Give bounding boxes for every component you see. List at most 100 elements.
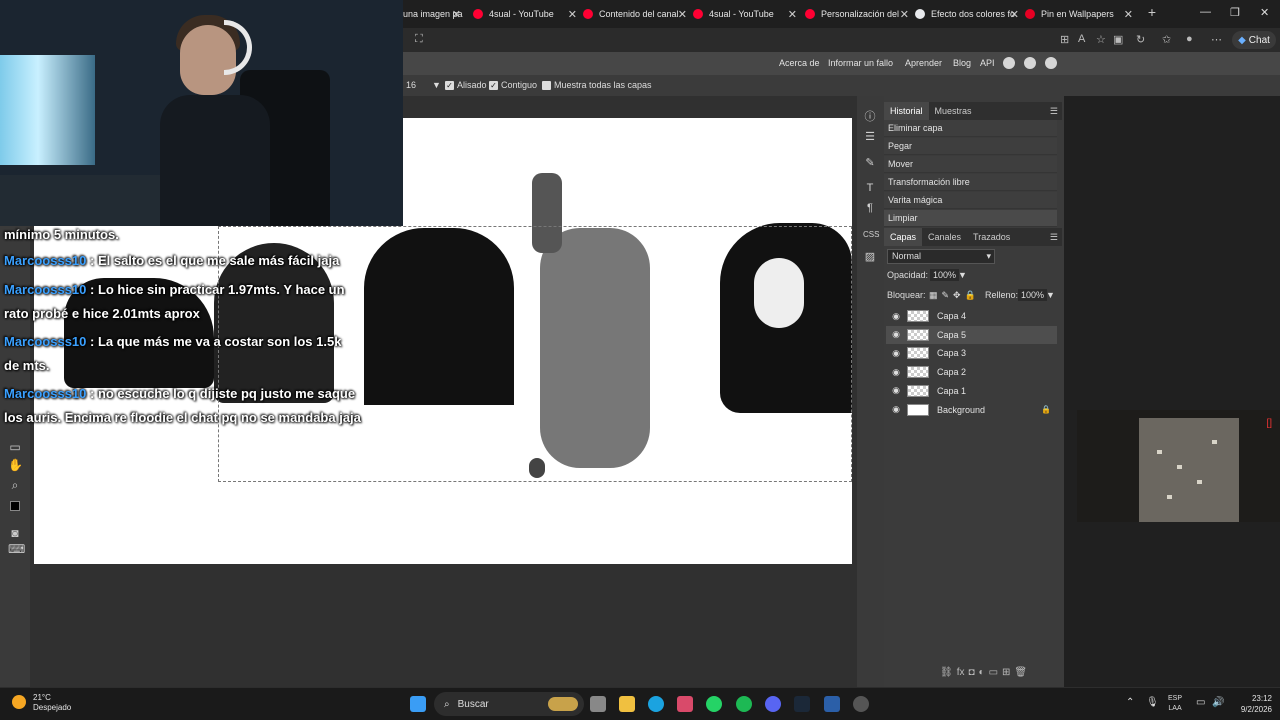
tab-paths[interactable]: Trazados: [967, 228, 1016, 246]
character-icon[interactable]: T: [863, 182, 877, 196]
fill-input[interactable]: 100%: [1018, 289, 1048, 301]
profile-avatar-icon[interactable]: ●: [1186, 33, 1193, 45]
layer-style-icon[interactable]: fx: [957, 667, 965, 681]
browser-tab[interactable]: 4sual - YouTube ✕: [693, 4, 799, 24]
panel-menu-icon[interactable]: ☰: [1050, 232, 1058, 243]
tab-layers[interactable]: Capas: [884, 228, 923, 246]
browser-tab[interactable]: Personalización del ✕: [805, 4, 911, 24]
close-tab-icon[interactable]: ✕: [678, 8, 687, 21]
quick-mask-icon[interactable]: ◙: [8, 526, 22, 540]
history-item[interactable]: Pegar: [884, 138, 1057, 155]
visibility-eye-icon[interactable]: ◉: [889, 329, 903, 340]
tab-swatches[interactable]: Muestras: [929, 102, 978, 120]
visibility-eye-icon[interactable]: ◉: [889, 404, 903, 415]
snipping-tool-icon[interactable]: [677, 696, 693, 712]
menu-about[interactable]: Acerca de: [779, 58, 820, 68]
zoom-tool-icon[interactable]: ⌕: [8, 478, 22, 492]
visibility-eye-icon[interactable]: ◉: [889, 348, 903, 359]
minimize-button[interactable]: —: [1200, 6, 1211, 18]
contiguous-checkbox[interactable]: ✓ Contiguo: [489, 80, 537, 90]
microphone-icon[interactable]: 🎙: [1146, 697, 1159, 708]
history-item[interactable]: Eliminar capa: [884, 120, 1057, 137]
tab-channels[interactable]: Canales: [922, 228, 967, 246]
close-tab-icon[interactable]: ✕: [452, 8, 461, 21]
browser-tab[interactable]: Pin en Wallpapers ✕: [1025, 4, 1135, 24]
volume-icon[interactable]: 🔊: [1212, 697, 1224, 708]
close-tab-icon[interactable]: ✕: [900, 8, 909, 21]
color-swatches-icon[interactable]: [8, 500, 22, 514]
menu-learn[interactable]: Aprender: [905, 58, 942, 68]
visibility-eye-icon[interactable]: ◉: [889, 311, 903, 322]
language-indicator[interactable]: ESP LAA: [1168, 694, 1182, 714]
vegas-icon[interactable]: [824, 696, 840, 712]
delete-layer-icon[interactable]: 🗑: [1014, 667, 1027, 681]
fullscreen-icon[interactable]: ⛶: [415, 33, 423, 46]
tolerance-dropdown-icon[interactable]: ▼: [432, 80, 441, 90]
new-group-icon[interactable]: ▭: [989, 667, 998, 681]
steam-icon[interactable]: [794, 696, 810, 712]
weather-widget[interactable]: 21°C Despejado: [12, 693, 71, 713]
fill-dropdown-icon[interactable]: ▼: [1046, 290, 1055, 300]
spotify-icon[interactable]: [736, 696, 752, 712]
close-window-button[interactable]: ✕: [1260, 6, 1269, 19]
menu-report-bug[interactable]: Informar un fallo: [828, 58, 893, 68]
opacity-input[interactable]: 100%: [930, 269, 960, 281]
opacity-dropdown-icon[interactable]: ▼: [958, 270, 967, 280]
lock-options-icons[interactable]: ▦✎✥🔒: [929, 290, 980, 301]
close-tab-icon[interactable]: ✕: [1124, 8, 1133, 21]
browser-tab[interactable]: Efecto dos colores fo ✕: [915, 4, 1021, 24]
discord-icon[interactable]: [765, 696, 781, 712]
info-icon[interactable]: ⓘ: [863, 108, 877, 123]
new-layer-icon[interactable]: ⊞: [1002, 667, 1010, 681]
browser-tab[interactable]: una imagen pa ✕: [403, 4, 463, 24]
tolerance-value[interactable]: 16: [406, 80, 416, 90]
start-icon[interactable]: [410, 696, 426, 712]
layer-row[interactable]: ◉ Capa 1: [886, 382, 1057, 400]
link-layers-icon[interactable]: ⛓: [940, 667, 953, 681]
copilot-chat-button[interactable]: ◆ Chat: [1232, 31, 1276, 49]
close-tab-icon[interactable]: ✕: [788, 8, 797, 21]
paragraph-icon[interactable]: ¶: [863, 202, 877, 216]
layer-row[interactable]: ◉ Capa 4: [886, 307, 1057, 325]
rectangle-tool-icon[interactable]: ▭: [8, 440, 22, 454]
visibility-eye-icon[interactable]: ◉: [889, 367, 903, 378]
whatsapp-icon[interactable]: [706, 696, 722, 712]
facebook-icon[interactable]: [1045, 57, 1057, 69]
file-explorer-icon[interactable]: [619, 696, 635, 712]
sample-all-layers-checkbox[interactable]: Muestra todas las capas: [542, 80, 652, 90]
task-view-icon[interactable]: [590, 696, 606, 712]
panel-menu-icon[interactable]: ☰: [1050, 106, 1058, 117]
screen-mode-icon[interactable]: ⌨: [8, 542, 25, 556]
history-item[interactable]: Varita mágica: [884, 192, 1057, 209]
obs-icon[interactable]: [853, 696, 869, 712]
browser-tab[interactable]: 4sual - YouTube ✕: [473, 4, 579, 24]
layer-row[interactable]: ◉ Background 🔒: [886, 401, 1057, 419]
history-item[interactable]: Limpiar: [884, 210, 1057, 227]
layer-row[interactable]: ◉ Capa 2: [886, 363, 1057, 381]
layer-row[interactable]: ◉ Capa 3: [886, 344, 1057, 362]
taskbar-search[interactable]: ⌕ Buscar: [434, 692, 584, 716]
refresh-icon[interactable]: ↻: [1136, 33, 1145, 46]
adjustment-layer-icon[interactable]: ◐: [979, 667, 985, 681]
properties-icon[interactable]: ☰: [863, 130, 877, 144]
add-mask-icon[interactable]: ◘: [968, 667, 974, 681]
favorites-icon[interactable]: ✩: [1162, 33, 1171, 46]
edge-browser-icon[interactable]: [648, 696, 664, 712]
tab-history[interactable]: Historial: [884, 102, 929, 120]
blend-mode-select[interactable]: Normal ▾: [887, 249, 995, 264]
image-icon[interactable]: ▨: [863, 250, 877, 264]
twitter-icon[interactable]: [1024, 57, 1036, 69]
new-tab-button[interactable]: +: [1144, 4, 1160, 22]
close-tab-icon[interactable]: ✕: [1010, 8, 1019, 21]
hand-tool-icon[interactable]: ✋: [8, 458, 23, 472]
reddit-icon[interactable]: [1003, 57, 1015, 69]
browser-tab[interactable]: Contenido del canal ✕: [583, 4, 689, 24]
history-item[interactable]: Transformación libre: [884, 174, 1057, 191]
visibility-eye-icon[interactable]: ◉: [889, 385, 903, 396]
tray-overflow-icon[interactable]: ⌃: [1126, 697, 1134, 708]
layer-row[interactable]: ◉ Capa 5: [886, 325, 1057, 344]
css-icon[interactable]: CSS: [863, 230, 879, 244]
apps-icon[interactable]: ⊞: [1060, 33, 1069, 46]
menu-api[interactable]: API: [980, 58, 995, 68]
close-tab-icon[interactable]: ✕: [568, 8, 577, 21]
